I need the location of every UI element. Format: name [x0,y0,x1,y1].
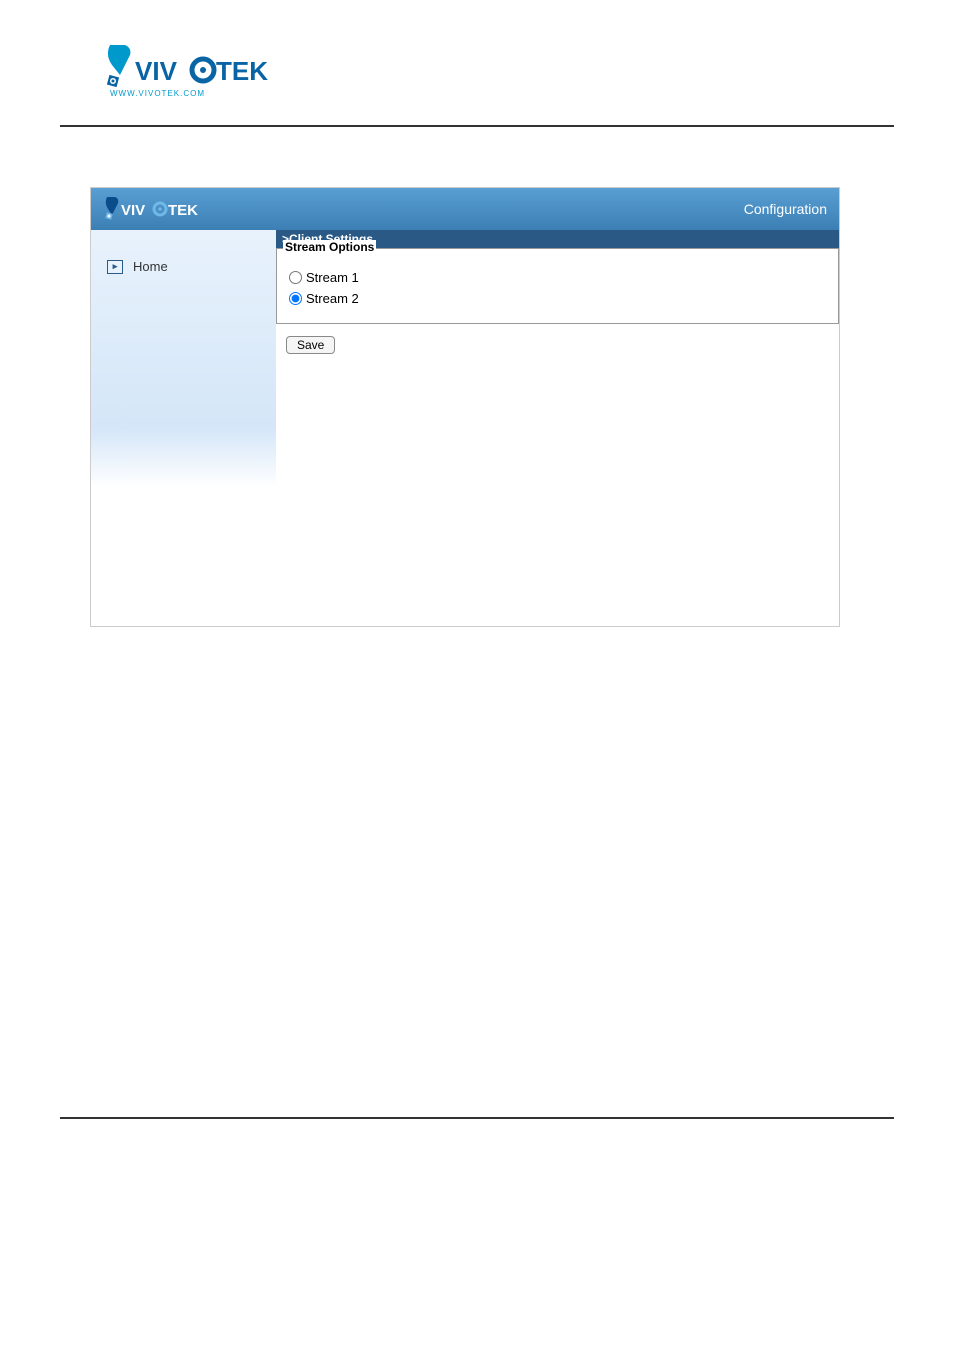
stream-2-option[interactable]: Stream 2 [289,288,826,309]
stream-2-radio[interactable] [289,292,302,305]
app-header: VIV TEK Configuration [91,188,839,230]
vivotek-app-logo: VIV TEK [101,195,216,223]
stream-options-fieldset: Stream Options Stream 1 Stream 2 [276,248,839,324]
configuration-link[interactable]: Configuration [744,201,827,217]
svg-text:TEK: TEK [216,56,268,86]
content-area: >Client Settings Stream Options Stream 1… [276,230,839,626]
stream-1-radio[interactable] [289,271,302,284]
fieldset-legend: Stream Options [283,240,376,254]
sidebar-item-home[interactable]: ▸ Home [91,255,276,278]
svg-text:VIV: VIV [121,202,145,219]
stream-1-option[interactable]: Stream 1 [289,267,826,288]
sidebar: ▸ Home [91,230,276,626]
svg-text:TEK: TEK [168,202,198,219]
arrow-right-icon: ▸ [107,260,123,274]
radio-label: Stream 2 [306,291,359,306]
page-header: VIV TEK WWW.VIVOTEK.COM [0,0,954,125]
vivotek-logo: VIV TEK WWW.VIVOTEK.COM [100,40,300,100]
app-window: VIV TEK Configuration ▸ Home >Client Set… [90,187,840,627]
radio-label: Stream 1 [306,270,359,285]
sidebar-item-label: Home [133,259,168,274]
svg-text:WWW.VIVOTEK.COM: WWW.VIVOTEK.COM [110,89,205,98]
footer-divider [60,1117,894,1119]
svg-text:VIV: VIV [135,56,178,86]
header-divider [60,125,894,127]
save-button[interactable]: Save [286,336,335,354]
app-body: ▸ Home >Client Settings Stream Options S… [91,230,839,626]
